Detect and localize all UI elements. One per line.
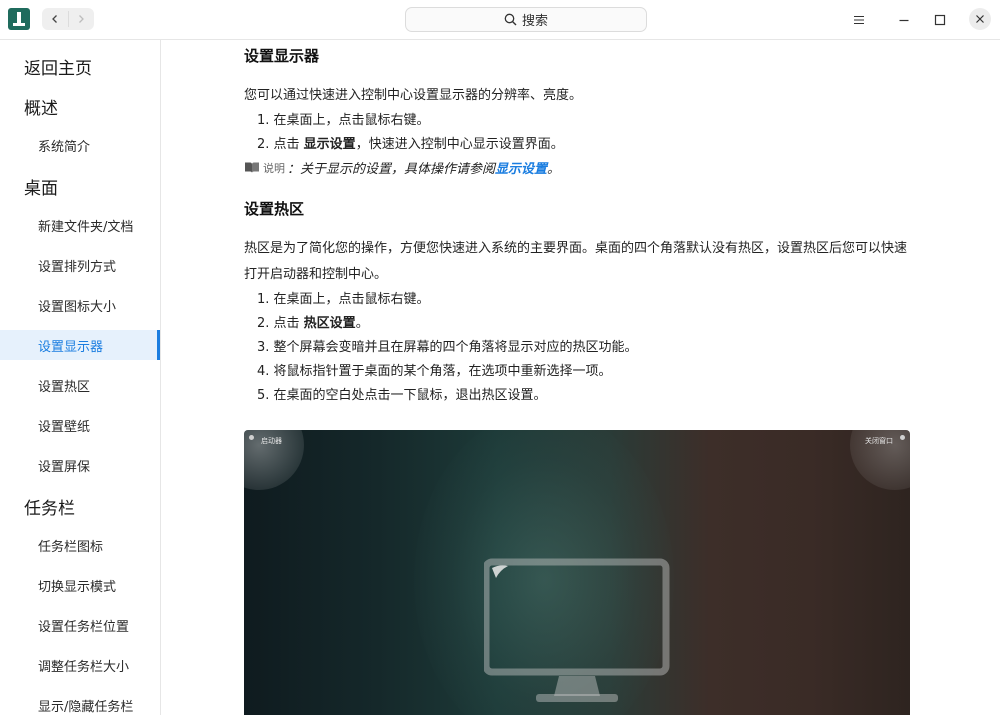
sidebar-item-taskbar[interactable]: 任务栏 — [0, 491, 160, 521]
maximize-button[interactable] — [929, 9, 951, 31]
list-item: 1. 在桌面上，点击鼠标右键。 — [257, 113, 430, 128]
note-label: 说明 — [263, 161, 285, 175]
sidebar-item-taskbar-position[interactable]: 设置任务栏位置 — [0, 610, 160, 640]
sidebar-item-taskbar-hide[interactable]: 显示/隐藏任务栏 — [0, 690, 160, 715]
sidebar-item-screensaver[interactable]: 设置屏保 — [0, 450, 160, 480]
list-item: 2. 点击 热区设置。 — [257, 316, 369, 331]
sidebar-nav: 返回主页 概述 系统简介 桌面 新建文件夹/文档 设置排列方式 设置图标大小 设… — [0, 40, 161, 715]
help-content: 设置显示器 您可以通过快速进入控制中心设置显示器的分辨率、亮度。 1. 在桌面上… — [161, 40, 1000, 715]
menu-button[interactable] — [848, 9, 870, 31]
corner-dot — [249, 435, 254, 440]
corner-dot — [900, 435, 905, 440]
hamburger-menu-icon — [854, 15, 864, 25]
chevron-left-icon — [51, 15, 57, 23]
sidebar-item-display-mode[interactable]: 切换显示模式 — [0, 570, 160, 600]
paragraph: 您可以通过快速进入控制中心设置显示器的分辨率、亮度。 — [244, 88, 583, 103]
list-item: 1. 在桌面上，点击鼠标右键。 — [257, 292, 430, 307]
sidebar-item-new-folder[interactable]: 新建文件夹/文档 — [0, 210, 160, 240]
paragraph: 打开启动器和控制中心。 — [244, 267, 388, 282]
minimize-button[interactable] — [893, 9, 915, 31]
sidebar-item-hot-corner[interactable]: 设置热区 — [0, 370, 160, 400]
search-icon — [504, 13, 517, 26]
sidebar-item-desktop[interactable]: 桌面 — [0, 171, 160, 201]
section-heading-hot-corner: 设置热区 — [244, 200, 305, 218]
back-button[interactable] — [42, 8, 68, 30]
list-item: 2. 点击 显示设置，快速进入控制中心显示设置界面。 — [257, 137, 564, 152]
corner-label-top-right: 关闭窗口 — [865, 437, 893, 445]
list-item: 3. 整个屏幕会变暗并且在屏幕的四个角落将显示对应的热区功能。 — [257, 340, 638, 355]
sidebar-item-wallpaper[interactable]: 设置壁纸 — [0, 410, 160, 440]
sidebar-item-taskbar-icons[interactable]: 任务栏图标 — [0, 530, 160, 560]
minimize-icon — [899, 19, 909, 22]
display-settings-link[interactable]: 显示设置 — [495, 158, 547, 177]
section-heading-display: 设置显示器 — [244, 47, 320, 65]
sidebar-item-display[interactable]: 设置显示器 — [0, 330, 160, 360]
sidebar-item-arrange[interactable]: 设置排列方式 — [0, 250, 160, 280]
paragraph: 热区是为了简化您的操作，方便您快速进入系统的主要界面。桌面的四个角落默认没有热区… — [244, 241, 908, 256]
list-item: 4. 将鼠标指针置于桌面的某个角落，在选项中重新选择一项。 — [257, 364, 612, 379]
navigation-buttons — [42, 8, 94, 30]
list-item: 5. 在桌面的空白处点击一下鼠标，退出热区设置。 — [257, 388, 547, 403]
search-placeholder: 搜索 — [521, 14, 548, 29]
note-end: 。 — [547, 162, 561, 177]
book-icon — [245, 162, 259, 173]
sidebar-item-taskbar-size[interactable]: 调整任务栏大小 — [0, 650, 160, 680]
sidebar-item-system-intro[interactable]: 系统简介 — [0, 130, 160, 160]
note-text: ：关于显示的设置，具体操作请参阅 — [287, 162, 496, 177]
close-icon — [976, 15, 984, 23]
hot-corner-screenshot: 启动器 关闭窗口 — [244, 430, 910, 715]
title-bar: 搜索 — [0, 0, 1000, 40]
maximize-icon — [934, 14, 946, 26]
search-input[interactable]: 搜索 — [405, 7, 647, 32]
sidebar-item-overview[interactable]: 概述 — [0, 91, 160, 121]
monitor-icon — [484, 558, 670, 702]
close-button[interactable] — [969, 8, 991, 30]
corner-label-top-left: 启动器 — [261, 437, 282, 445]
forward-button[interactable] — [69, 8, 95, 30]
note: 说明 ：关于显示的设置，具体操作请参阅 显示设置 。 — [244, 158, 560, 177]
sidebar-item-home[interactable]: 返回主页 — [0, 51, 160, 81]
chevron-right-icon — [79, 15, 85, 23]
app-logo-icon — [8, 8, 30, 30]
sidebar-item-icon-size[interactable]: 设置图标大小 — [0, 290, 160, 320]
